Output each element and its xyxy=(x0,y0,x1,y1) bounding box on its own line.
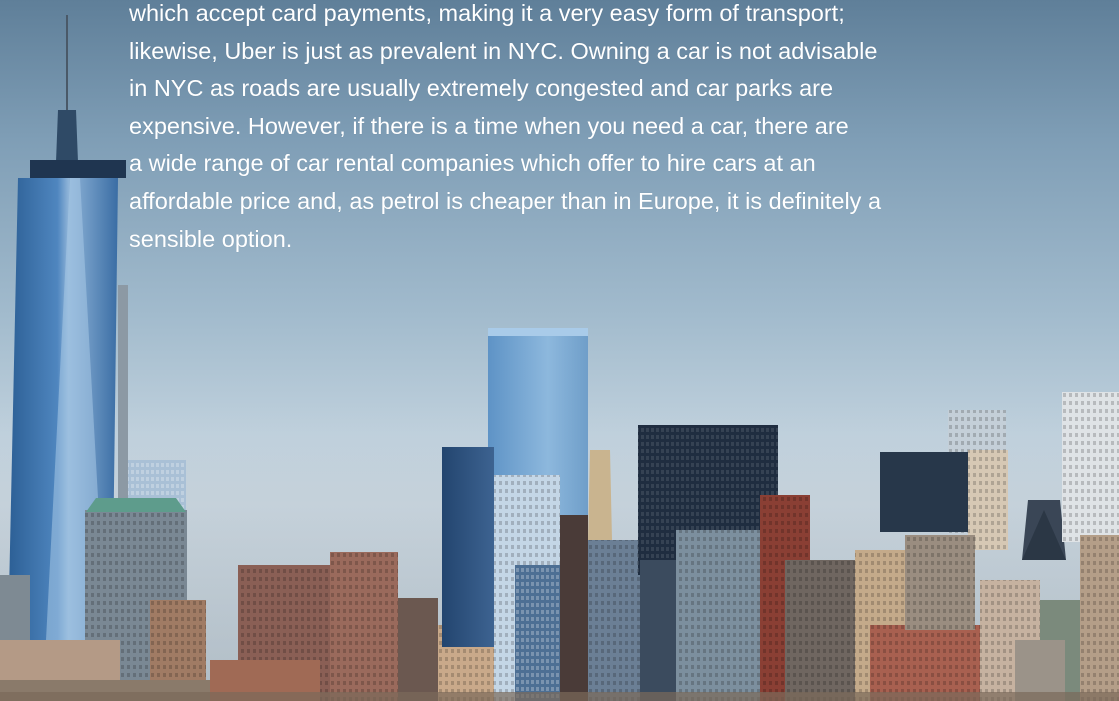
article-paragraph: which accept card payments, making it a … xyxy=(129,0,979,258)
paragraph-line: a wide range of car rental companies whi… xyxy=(129,150,816,177)
paragraph-line: in NYC as roads are usually extremely co… xyxy=(129,75,834,102)
hero-background: which accept card payments, making it a … xyxy=(0,0,1119,701)
paragraph-line: affordable price and, as petrol is cheap… xyxy=(129,187,882,214)
paragraph-line: sensible option. xyxy=(129,225,293,252)
paragraph-line: expensive. However, if there is a time w… xyxy=(129,112,849,139)
paragraph-line: which accept card payments, making it a … xyxy=(129,0,845,26)
paragraph-line: likewise, Uber is just as prevalent in N… xyxy=(129,37,878,64)
